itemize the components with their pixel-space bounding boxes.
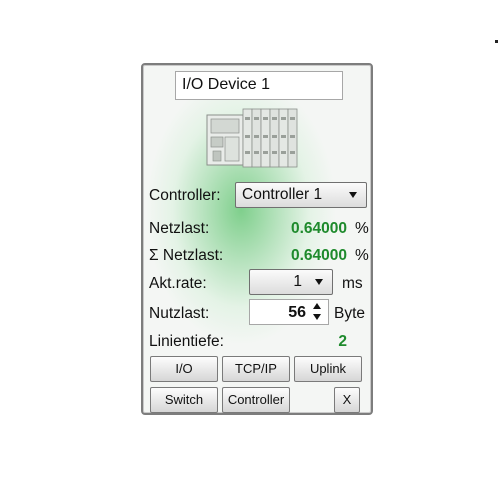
tcpip-button[interactable]: TCP/IP <box>222 356 290 382</box>
io-button[interactable]: I/O <box>150 356 218 382</box>
io-device-icon <box>206 108 298 168</box>
nutzlast-unit: Byte <box>334 305 366 322</box>
controller-label: Controller: <box>149 187 221 204</box>
corner-mark <box>495 40 498 43</box>
chevron-down-icon <box>349 192 357 198</box>
sum-netzlast-value: 0.64000 <box>290 247 347 264</box>
arrow-down-icon[interactable] <box>313 314 321 320</box>
arrow-up-icon[interactable] <box>313 303 321 309</box>
akt-rate-unit: ms <box>342 275 363 292</box>
device-name-field[interactable]: I/O Device 1 <box>175 71 343 100</box>
linientiefe-label: Linientiefe: <box>149 333 224 350</box>
close-button[interactable]: X <box>334 387 360 413</box>
linientiefe-value: 2 <box>338 333 347 350</box>
sum-netzlast-label: Σ Netzlast: <box>149 247 224 264</box>
controller-dropdown[interactable]: Controller 1 <box>235 182 367 208</box>
controller-button[interactable]: Controller <box>222 387 290 413</box>
controller-selected-value: Controller 1 <box>242 186 323 203</box>
netzlast-value: 0.64000 <box>290 220 347 237</box>
switch-button[interactable]: Switch <box>150 387 218 413</box>
netzlast-unit: % <box>355 220 369 237</box>
nutzlast-stepper[interactable]: 56 <box>249 299 329 325</box>
chevron-down-icon <box>315 279 323 285</box>
uplink-button[interactable]: Uplink <box>294 356 362 382</box>
netzlast-label: Netzlast: <box>149 220 210 237</box>
nutzlast-value: 56 <box>288 304 306 321</box>
io-device-panel: I/O Device 1 Controller: Controller 1 Ne… <box>141 63 373 415</box>
akt-rate-label: Akt.rate: <box>149 275 207 292</box>
akt-rate-dropdown[interactable]: 1 <box>249 269 333 295</box>
nutzlast-label: Nutzlast: <box>149 305 210 322</box>
sum-netzlast-unit: % <box>355 247 369 264</box>
akt-rate-selected-value: 1 <box>293 273 302 290</box>
